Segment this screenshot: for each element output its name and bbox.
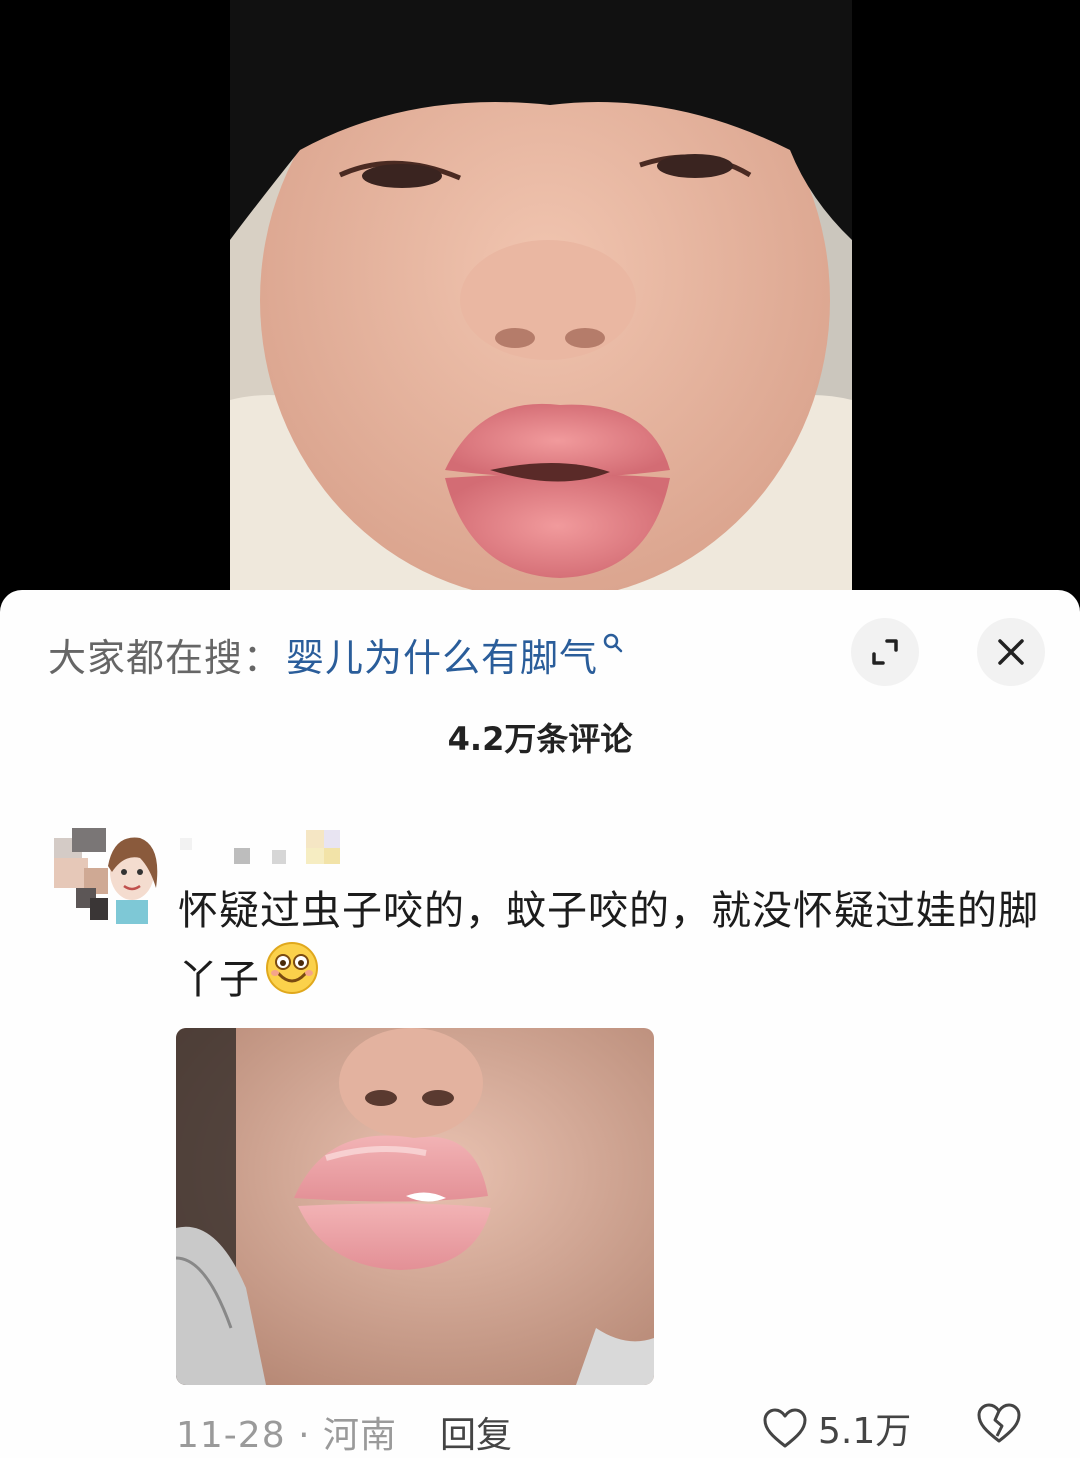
- expand-icon: [872, 639, 898, 665]
- reply-button[interactable]: 回复: [440, 1406, 512, 1458]
- avatar[interactable]: [54, 828, 162, 924]
- comment-text: 怀疑过虫子咬的，蚊子咬的，就没怀疑过娃的脚丫子: [178, 878, 1048, 1020]
- expand-button[interactable]: [851, 618, 919, 686]
- trending-search-term[interactable]: 婴儿为什么有脚气: [286, 627, 598, 682]
- trending-search-prefix: 大家都在搜：: [48, 635, 283, 680]
- comment-meta: 11-28 · 河南: [176, 1406, 397, 1458]
- comment-location: 河南: [322, 1415, 397, 1456]
- comment-count: 4.2万条评论: [447, 720, 633, 758]
- comment-footer: 11-28 · 河南 回复 5.1万: [176, 1402, 1056, 1456]
- close-icon: [998, 639, 1024, 665]
- smiley-emoji-icon: [264, 940, 320, 1016]
- video-frame[interactable]: [230, 0, 852, 600]
- comment-date: 11-28: [176, 1415, 286, 1456]
- trending-search[interactable]: 大家都在搜： 婴儿为什么有脚气: [48, 626, 624, 682]
- video-player[interactable]: [0, 0, 1080, 600]
- heart-icon: [763, 1408, 807, 1448]
- broken-heart-icon: [977, 1403, 1021, 1443]
- like-button[interactable]: 5.1万: [762, 1402, 911, 1454]
- like-count: 5.1万: [818, 1411, 912, 1452]
- username-pixelated[interactable]: [180, 830, 350, 866]
- video-image: [230, 0, 852, 600]
- comment-photo[interactable]: [176, 1028, 654, 1385]
- close-button[interactable]: [977, 618, 1045, 686]
- search-icon[interactable]: [602, 632, 624, 658]
- meta-separator: ·: [298, 1415, 311, 1456]
- comment-sheet: 大家都在搜： 婴儿为什么有脚气 4.2万条评论 怀疑过虫子咬的，蚊子咬的，就没怀…: [0, 590, 1080, 1458]
- dislike-button[interactable]: [976, 1402, 1022, 1453]
